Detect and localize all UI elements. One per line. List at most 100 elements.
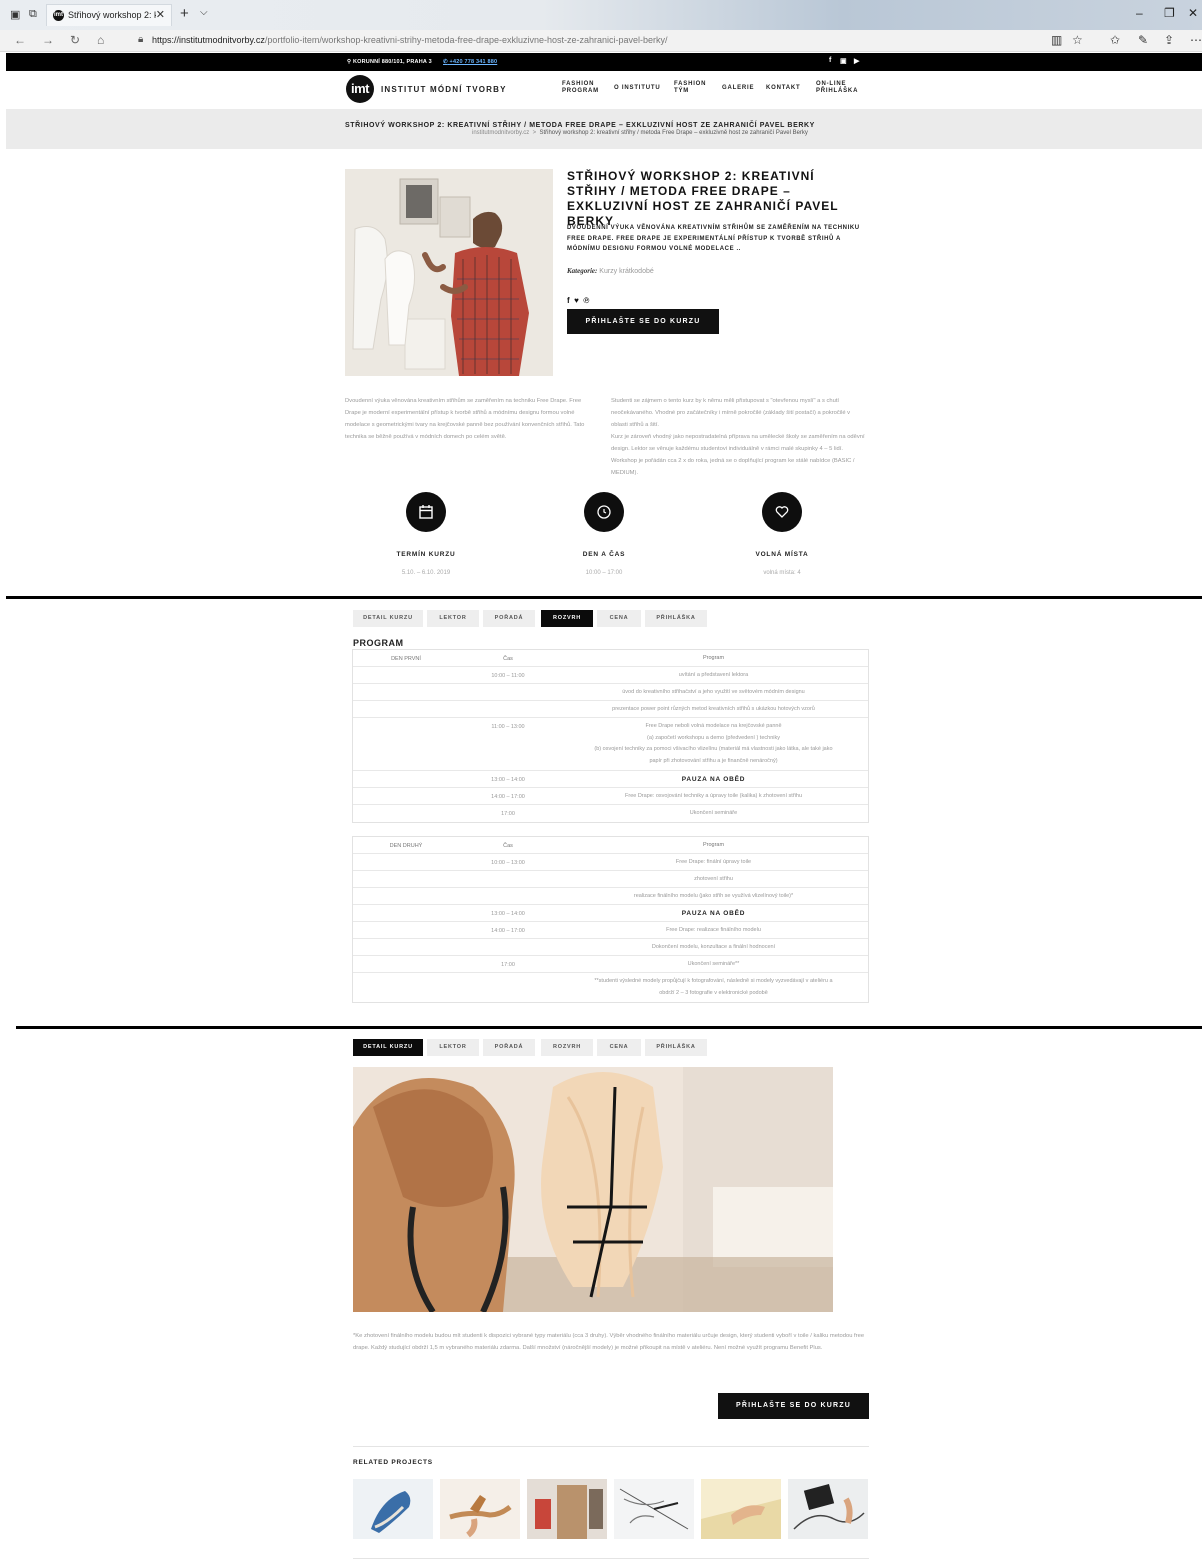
tab-actions-icon[interactable]: ▣ (10, 8, 20, 21)
course-description-left: Dvoudenní výuka věnována kreativním stři… (345, 398, 585, 440)
row-time: 14:00 – 17:00 (491, 928, 525, 934)
share-icon[interactable]: ⇪ (1164, 33, 1174, 47)
share-facebook-icon[interactable]: f (567, 296, 570, 305)
favorite-star-icon[interactable]: ☆ (1072, 33, 1083, 47)
refresh-icon[interactable]: ↻ (70, 33, 80, 47)
phone-number: +420 778 341 880 (449, 59, 498, 65)
table-row: 13:00 – 14:00 PAUZA NA OBĚD (353, 771, 868, 788)
related-project-thumb[interactable] (701, 1479, 781, 1539)
tab-rozvrh[interactable]: ROZVRH (541, 610, 593, 627)
breadcrumb-path: institutmodnitvorby.cz > Střihový worksh… (472, 130, 808, 136)
nav-fashion-program[interactable]: FASHION PROGRAM (562, 81, 599, 95)
row-program: úvod do kreativního střihačství a jeho v… (622, 689, 805, 695)
screenshot-divider (6, 596, 1202, 599)
row-program-lunch: PAUZA NA OBĚD (681, 910, 746, 917)
row-time: 17:00 (501, 962, 515, 968)
share-twitter-icon[interactable]: ♥ (574, 296, 579, 305)
phone-icon: ✆ (443, 59, 448, 65)
notes-pen-icon[interactable]: ✎ (1138, 33, 1148, 47)
nav-online-prihlaska[interactable]: ON-LINE PŘIHLÁŠKA (816, 81, 858, 95)
phone-link[interactable]: ✆ +420 778 341 880 (443, 59, 497, 65)
back-icon[interactable]: ← (14, 33, 26, 47)
row-program: Free Drape: realizace finálního modelu (666, 927, 761, 933)
tab-porada[interactable]: POŘADÁ (483, 610, 535, 627)
browser-tab[interactable]: imt Střihový workshop 2: kr ✕ (46, 4, 172, 26)
course-photo-lecturer (345, 169, 553, 376)
more-menu-icon[interactable]: ⋯ (1190, 33, 1202, 47)
row-program-line: **studenti výsledné modely propůjčují k … (594, 978, 833, 984)
restore-icon[interactable]: ❐ (1164, 6, 1175, 20)
description-paragraph: Kurz je zároveň vhodný jako nepostradate… (611, 434, 865, 476)
stat-label-time: DEN A ČAS (582, 551, 626, 558)
window-close-icon[interactable]: ✕ (1188, 6, 1198, 20)
table-row: zhotovení střihu (353, 871, 868, 888)
facebook-icon[interactable]: f (829, 57, 832, 64)
tab-prihlaska[interactable]: PŘIHLÁŠKA (645, 610, 707, 627)
draping-photo-graphic (353, 1067, 833, 1312)
nav-o-institutu[interactable]: O INSTITUTU (614, 85, 660, 92)
related-project-thumb[interactable] (614, 1479, 694, 1539)
day-label: DEN DRUHÝ (389, 843, 423, 849)
tab-lektor[interactable]: LEKTOR (427, 1039, 479, 1056)
table-row: Dokončení modelu, konzultace a finální h… (353, 939, 868, 956)
reading-view-icon[interactable]: ▥ (1051, 33, 1062, 47)
row-program: realizace finálního modelu (jako střih s… (633, 893, 794, 899)
stat-label-term: TERMÍN KURZU (396, 551, 456, 558)
home-icon[interactable]: ⌂ (97, 33, 104, 47)
tab-close-icon[interactable]: ✕ (156, 8, 165, 21)
url-field[interactable]: https://institutmodnitvorby.cz/portfolio… (152, 35, 668, 45)
instagram-icon[interactable]: ▣ (840, 57, 847, 65)
tab-rozvrh[interactable]: ROZVRH (541, 1039, 593, 1056)
breadcrumb-home-link[interactable]: institutmodnitvorby.cz (472, 130, 529, 136)
nav-label: TÝM (674, 88, 690, 94)
logo-mark[interactable]: imt (346, 75, 374, 103)
enroll-button-bottom[interactable]: PŘIHLAŠTE SE DO KURZU (718, 1393, 869, 1419)
logo-text[interactable]: INSTITUT MÓDNÍ TVORBY (381, 85, 507, 94)
stat-value-term: 5.10. – 6.10. 2019 (401, 570, 451, 576)
row-program-line: (b) osvojení techniky za pomoci všivacíh… (594, 746, 833, 753)
page-viewport: ⚲ KORUNNÍ 880/101, PRAHA 3 ✆ +420 778 34… (6, 53, 1202, 597)
table-row: 17:00 Ukončení semináře (353, 805, 868, 822)
table-row: 14:00 – 17:00 Free Drape: osvojování tec… (353, 788, 868, 805)
new-tab-icon[interactable]: + (180, 5, 189, 22)
tab-cena[interactable]: CENA (597, 1039, 641, 1056)
table-row: **studenti výsledné modely propůjčují k … (353, 973, 868, 1002)
row-program-lunch: PAUZA NA OBĚD (681, 776, 746, 783)
course-category: Kategorie: Kurzy krátkodobé (567, 267, 654, 275)
related-project-thumb[interactable] (353, 1479, 433, 1539)
share-pinterest-icon[interactable]: ℗ (583, 296, 589, 305)
row-program: Ukončení semináře** (687, 961, 740, 967)
favicon-icon: imt (53, 10, 64, 21)
tab-porada[interactable]: POŘADÁ (483, 1039, 535, 1056)
forward-icon[interactable]: → (42, 33, 54, 47)
tab-list-chevron-icon[interactable]: ⌵ (200, 7, 208, 18)
share-icons: f ♥ ℗ (567, 296, 589, 305)
related-project-thumb[interactable] (788, 1479, 868, 1539)
nav-kontakt[interactable]: KONTAKT (766, 85, 800, 92)
tab-cena[interactable]: CENA (597, 610, 641, 627)
divider (353, 1446, 869, 1447)
detail-note: *Ke zhotovení finálního modelu budou mít… (353, 1333, 865, 1351)
nav-fashion-tym[interactable]: FASHION TÝM (674, 81, 706, 95)
tab-detail-kurzu[interactable]: DETAIL KURZU (353, 610, 423, 627)
row-program: zhotovení střihu (694, 876, 733, 882)
favorites-hub-icon[interactable]: ✩ (1110, 33, 1120, 47)
lock-icon: 🔒︎ (138, 34, 144, 45)
enroll-button[interactable]: PŘIHLAŠTE SE DO KURZU (567, 309, 719, 334)
youtube-icon[interactable]: ▶ (854, 57, 860, 65)
stat-value-places: volná místa: 4 (763, 570, 801, 576)
nav-label: O INSTITUTU (614, 85, 661, 91)
tab-lektor[interactable]: LEKTOR (427, 610, 479, 627)
course-photo-draping (353, 1067, 833, 1312)
category-link[interactable]: Kurzy krátkodobé (599, 268, 653, 275)
tab-back-icon[interactable]: ⧉ (29, 8, 37, 21)
related-project-thumb[interactable] (527, 1479, 607, 1539)
table-row: 10:00 – 11:00 uvítání a představení lekt… (353, 667, 868, 684)
row-program-line: obdrží 2 – 3 fotografie v elektronické p… (659, 989, 768, 996)
tab-detail-kurzu[interactable]: DETAIL KURZU (353, 1039, 423, 1056)
related-project-thumb[interactable] (440, 1479, 520, 1539)
nav-galerie[interactable]: GALERIE (722, 85, 754, 92)
row-time: 13:00 – 14:00 (491, 777, 525, 783)
minimize-icon[interactable]: – (1136, 6, 1143, 20)
tab-prihlaska[interactable]: PŘIHLÁŠKA (645, 1039, 707, 1056)
